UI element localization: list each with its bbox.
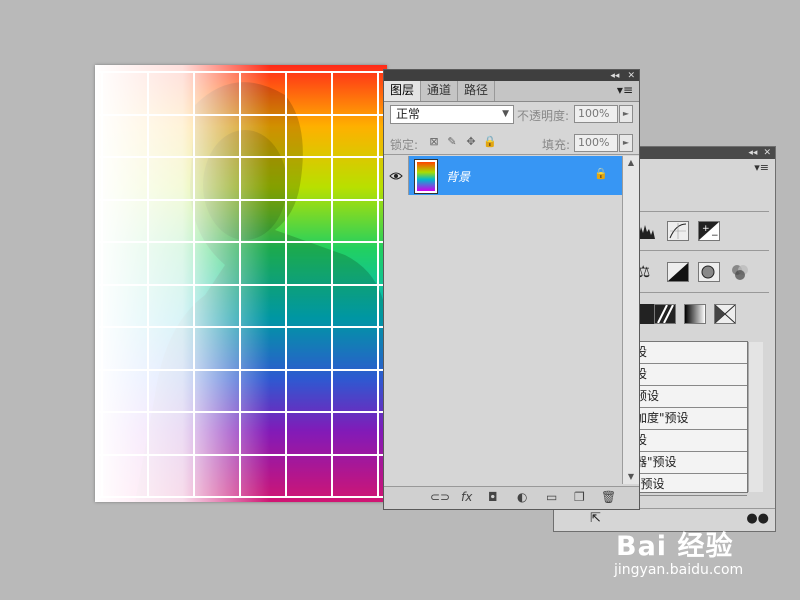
add-mask-icon[interactable]: ◘	[488, 490, 498, 504]
link-layers-icon[interactable]: ⊂⊃	[430, 490, 450, 504]
grid-line	[99, 496, 387, 498]
svg-text:−: −	[711, 231, 719, 240]
new-group-icon[interactable]: ▭	[546, 490, 557, 504]
preset-item[interactable]: 预设	[633, 386, 747, 408]
collapse-icon[interactable]: ◂◂	[748, 148, 757, 158]
divider	[384, 154, 639, 155]
presets-scrollbar[interactable]	[748, 342, 763, 492]
lock-label: 锁定:	[390, 138, 419, 152]
grid-line	[99, 283, 387, 286]
scroll-down-icon[interactable]: ▼	[623, 470, 639, 484]
fill-input[interactable]: 100%	[574, 134, 618, 152]
watermark-url: jingyan.baidu.com	[614, 562, 744, 578]
layers-scrollbar[interactable]: ▲ ▼	[622, 156, 639, 484]
exposure-icon[interactable]: + −	[698, 221, 720, 241]
adjustment-layer-icon[interactable]: ◐	[517, 490, 527, 504]
collapse-icon[interactable]: ◂◂	[610, 71, 619, 81]
blend-mode-value: 正常	[396, 107, 421, 121]
layer-row[interactable]: 背景 🔒	[384, 156, 622, 195]
svg-text:+: +	[702, 224, 710, 234]
channel-mixer-icon[interactable]	[729, 262, 751, 282]
divider	[634, 292, 769, 293]
posterize-icon[interactable]	[654, 304, 676, 324]
layer-name[interactable]: 背景	[446, 168, 470, 185]
preset-item[interactable]: "预设	[633, 474, 747, 496]
layers-titlebar[interactable]: ◂◂ ✕	[384, 70, 639, 81]
opacity-input[interactable]: 100%	[574, 105, 618, 123]
layers-list[interactable]: 背景 🔒	[384, 156, 622, 484]
lock-move-icon[interactable]: ✥	[465, 136, 477, 148]
layer-thumbnail[interactable]	[414, 159, 438, 194]
close-icon[interactable]: ✕	[763, 148, 771, 158]
trash-icon[interactable]: 🗑	[601, 490, 616, 504]
selective-color-icon[interactable]	[714, 304, 736, 324]
fx-style-icon[interactable]: fx	[461, 490, 472, 504]
opacity-slider-button[interactable]: ►	[619, 105, 633, 123]
photo-filter-icon[interactable]	[698, 262, 720, 282]
grid-line	[99, 368, 387, 371]
preset-item[interactable]: 器"预设	[633, 452, 747, 474]
grid-line	[99, 326, 387, 328]
tab-channels[interactable]: 通道	[421, 81, 459, 101]
black-white-icon[interactable]	[667, 262, 689, 282]
fill-label: 填充:	[542, 138, 571, 152]
opacity-label: 不透明度:	[517, 109, 570, 123]
panel-menu-icon[interactable]: ▾≡	[754, 161, 769, 174]
preset-item[interactable]: 设	[633, 364, 747, 386]
baidu-jingyan-watermark: Bai 经验 jingyan.baidu.com	[612, 514, 782, 584]
grid-line	[99, 198, 387, 201]
lock-paint-icon[interactable]: ✎	[446, 136, 458, 148]
divider	[634, 211, 769, 212]
grid-line	[99, 113, 387, 116]
document-canvas[interactable]	[95, 65, 387, 502]
tab-layers[interactable]: 图层	[384, 81, 422, 101]
grid-line	[99, 411, 387, 413]
eye-icon[interactable]	[384, 156, 409, 195]
panel-tabs: 图层 通道 路径 ▾≡	[384, 81, 639, 102]
close-icon[interactable]: ✕	[627, 71, 635, 81]
scroll-up-icon[interactable]: ▲	[623, 156, 639, 170]
layers-panel[interactable]: ◂◂ ✕ 图层 通道 路径 ▾≡ 正常 ▼ 不透明度: 100% ► 锁定: ⊠…	[383, 69, 640, 510]
lock-transparent-icon[interactable]: ⊠	[428, 136, 440, 148]
grid-line	[99, 71, 387, 73]
tab-paths[interactable]: 路径	[458, 81, 496, 101]
grid-line	[99, 156, 387, 158]
expand-view-icon[interactable]: ⇱	[590, 511, 601, 526]
preset-item[interactable]: 设	[633, 342, 747, 364]
lock-all-icon[interactable]: 🔒	[483, 136, 497, 148]
layer-lock-icon: 🔒	[594, 167, 608, 180]
new-layer-icon[interactable]: ❐	[574, 490, 585, 504]
layers-footer: ⊂⊃ fx ◘ ◐ ▭ ❐ 🗑	[384, 486, 639, 509]
gradient-map-icon[interactable]	[684, 304, 706, 324]
grid-line	[99, 241, 387, 243]
fill-slider-button[interactable]: ►	[619, 134, 633, 152]
blend-mode-select[interactable]: 正常 ▼	[390, 105, 514, 124]
divider	[634, 250, 769, 251]
curves-icon[interactable]	[667, 221, 689, 241]
watermark-brand: Bai 经验	[616, 531, 734, 562]
grid-line	[99, 453, 387, 456]
presets-list[interactable]: 设设预设 加度"预设设器"预设 "预设	[632, 341, 763, 496]
panel-menu-icon[interactable]: ▾≡	[617, 81, 639, 101]
layer-selection-highlight	[409, 156, 622, 195]
chevron-down-icon: ▼	[502, 109, 509, 119]
preset-item[interactable]: 设	[633, 430, 747, 452]
preset-item[interactable]: 加度"预设	[633, 408, 747, 430]
